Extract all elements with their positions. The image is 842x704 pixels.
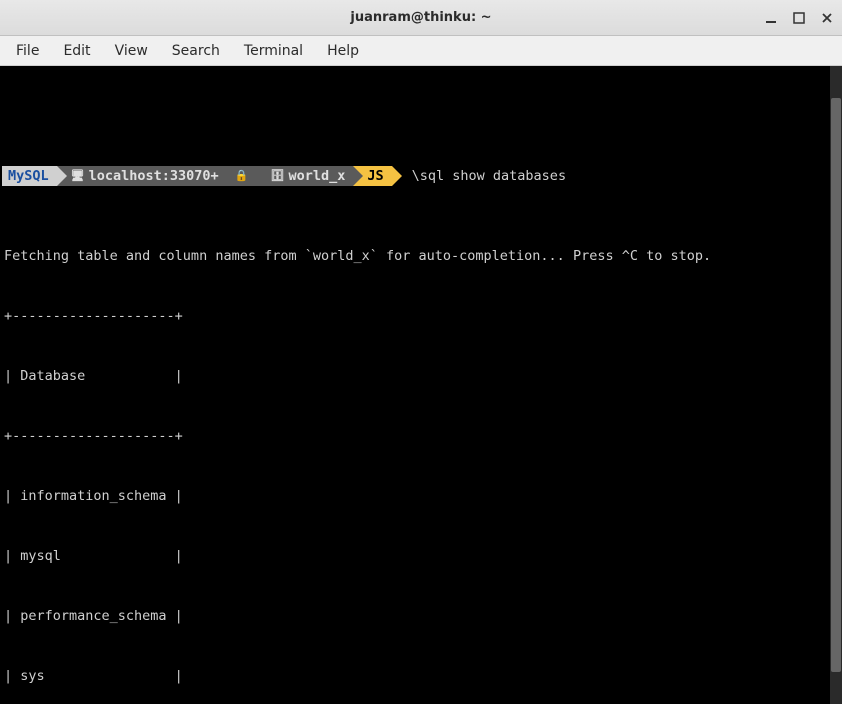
menu-edit[interactable]: Edit [53,39,100,63]
prompt-seg-db: 🗄world_x [257,166,354,186]
output-line: +--------------------+ [2,306,840,326]
minimize-button[interactable] [762,9,780,27]
menu-help[interactable]: Help [317,39,369,63]
output-line: Fetching table and column names from `wo… [2,246,840,266]
menu-terminal[interactable]: Terminal [234,39,313,63]
prompt-seg-mysql: MySQL [2,166,57,186]
output-line: | mysql | [2,546,840,566]
output-line: | information_schema | [2,486,840,506]
output-line: | performance_schema | [2,606,840,626]
scrollbar-thumb[interactable] [831,98,841,672]
close-button[interactable] [818,9,836,27]
window-titlebar: juanram@thinku: ~ [0,0,842,36]
output-line: | Database | [2,366,840,386]
prompt-seg-host: 🖥localhost:33070+ 🔒 [57,166,257,186]
window-controls [762,9,836,27]
output-line: | sys | [2,666,840,686]
menu-file[interactable]: File [6,39,49,63]
output-line: +--------------------+ [2,426,840,446]
lock-icon: 🔒 [235,166,249,186]
window-title: juanram@thinku: ~ [350,10,491,25]
database-icon: 🗄 [271,166,285,186]
scrollbar[interactable] [830,66,842,704]
maximize-button[interactable] [790,9,808,27]
server-icon: 🖥 [71,166,85,186]
terminal-area[interactable]: MySQL 🖥localhost:33070+ 🔒 🗄world_x JS \s… [0,66,842,704]
command-text: \sql show databases [392,166,566,186]
prompt-line: MySQL 🖥localhost:33070+ 🔒 🗄world_x JS \s… [2,166,840,186]
menu-view[interactable]: View [105,39,158,63]
menubar: File Edit View Search Terminal Help [0,36,842,66]
menu-search[interactable]: Search [162,39,230,63]
